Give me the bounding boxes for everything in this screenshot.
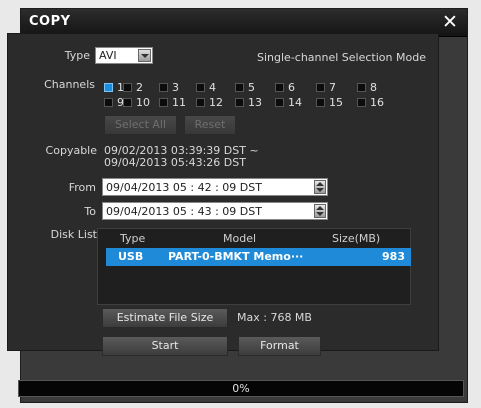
row-type: USB bbox=[118, 250, 144, 263]
channel-12-label: 12 bbox=[209, 96, 223, 109]
channel-13-label: 13 bbox=[248, 96, 262, 109]
channel-16-checkbox[interactable] bbox=[357, 98, 366, 107]
channel-7-label: 7 bbox=[329, 81, 336, 94]
from-stepper-icon[interactable] bbox=[314, 180, 326, 194]
selection-mode-text: Single-channel Selection Mode bbox=[257, 51, 426, 64]
channel-13-checkbox[interactable] bbox=[235, 98, 244, 107]
type-select-value: AVI bbox=[99, 49, 117, 62]
column-header-size: Size(MB) bbox=[332, 232, 381, 245]
channel-8-checkbox[interactable] bbox=[357, 83, 366, 92]
type-select[interactable]: AVI bbox=[95, 47, 153, 64]
channel-11-label: 11 bbox=[172, 96, 186, 109]
channel-4-label: 4 bbox=[209, 81, 216, 94]
disk-list-table: Type Model Size(MB) USB PART-0-BMKT Memo… bbox=[97, 228, 411, 305]
max-size-text: Max : 768 MB bbox=[237, 311, 312, 324]
copyable-label: Copyable bbox=[45, 144, 97, 157]
channel-3-checkbox[interactable] bbox=[159, 83, 168, 92]
channel-16-label: 16 bbox=[370, 96, 384, 109]
disk-list-label: Disk List bbox=[50, 228, 97, 241]
progress-percent: 0% bbox=[232, 382, 250, 395]
chevron-down-icon[interactable] bbox=[138, 49, 151, 62]
copyable-end: 09/04/2013 05:43:26 DST bbox=[104, 156, 246, 169]
row-size: 983 bbox=[382, 250, 405, 263]
channels-label: Channels bbox=[44, 78, 95, 91]
column-header-model: Model bbox=[223, 232, 257, 245]
channel-14-label: 14 bbox=[288, 96, 302, 109]
channel-10-label: 10 bbox=[136, 96, 150, 109]
table-row[interactable]: USB PART-0-BMKT Memo··· 983 bbox=[106, 248, 411, 266]
dialog-title: COPY bbox=[29, 14, 71, 29]
channel-6-label: 6 bbox=[288, 81, 295, 94]
select-all-button[interactable]: Select All bbox=[104, 115, 177, 135]
channel-15-label: 15 bbox=[329, 96, 343, 109]
from-datetime-value: 09/04/2013 05 : 42 : 09 DST bbox=[106, 181, 262, 194]
channel-10-checkbox[interactable] bbox=[123, 98, 132, 107]
channel-8-label: 8 bbox=[370, 81, 377, 94]
channel-14-checkbox[interactable] bbox=[275, 98, 284, 107]
channel-4-checkbox[interactable] bbox=[196, 83, 205, 92]
format-button[interactable]: Format bbox=[238, 336, 321, 356]
channel-7-checkbox[interactable] bbox=[316, 83, 325, 92]
to-datetime-field[interactable]: 09/04/2013 05 : 43 : 09 DST bbox=[102, 202, 328, 220]
channel-9-checkbox[interactable] bbox=[104, 98, 113, 107]
type-label: Type bbox=[64, 49, 90, 62]
reset-button[interactable]: Reset bbox=[184, 115, 236, 135]
estimate-file-size-button[interactable]: Estimate File Size bbox=[102, 308, 228, 328]
to-label: To bbox=[84, 205, 96, 218]
channel-15-checkbox[interactable] bbox=[316, 98, 325, 107]
column-header-type: Type bbox=[120, 232, 146, 245]
channel-2-checkbox[interactable] bbox=[123, 83, 132, 92]
to-stepper-icon[interactable] bbox=[314, 204, 326, 218]
channel-11-checkbox[interactable] bbox=[159, 98, 168, 107]
progress-bar: 0% bbox=[18, 380, 464, 397]
row-model: PART-0-BMKT Memo··· bbox=[168, 250, 304, 263]
from-label: From bbox=[68, 181, 96, 194]
close-icon[interactable]: ✕ bbox=[439, 11, 461, 33]
channel-12-checkbox[interactable] bbox=[196, 98, 205, 107]
channel-1-checkbox[interactable] bbox=[104, 83, 113, 92]
to-datetime-value: 09/04/2013 05 : 43 : 09 DST bbox=[106, 205, 262, 218]
channel-5-label: 5 bbox=[248, 81, 255, 94]
channel-3-label: 3 bbox=[172, 81, 179, 94]
channel-2-label: 2 bbox=[136, 81, 143, 94]
channel-5-checkbox[interactable] bbox=[235, 83, 244, 92]
channel-6-checkbox[interactable] bbox=[275, 83, 284, 92]
start-button[interactable]: Start bbox=[102, 336, 228, 356]
from-datetime-field[interactable]: 09/04/2013 05 : 42 : 09 DST bbox=[102, 178, 328, 196]
